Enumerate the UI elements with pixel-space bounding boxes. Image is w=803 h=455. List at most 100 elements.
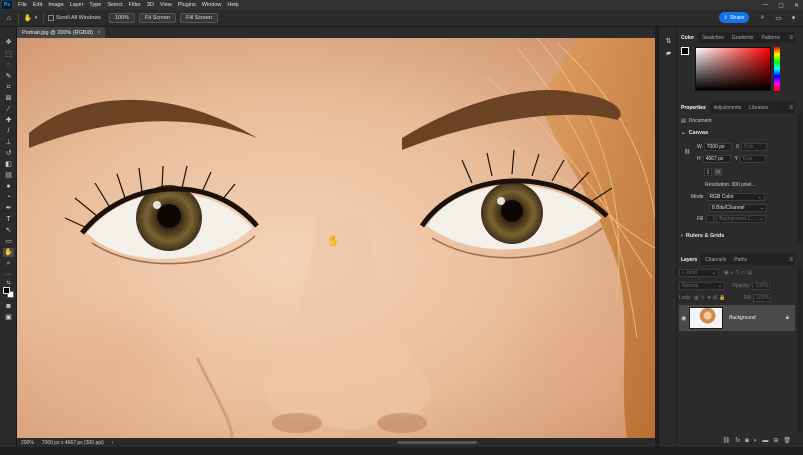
panel-menu-icon[interactable]: ≡: [789, 32, 793, 43]
minimize-button[interactable]: —: [762, 2, 768, 8]
rulers-grids-section-header[interactable]: › Rulers & Grids: [681, 233, 724, 239]
comments-panel-icon[interactable]: ▰: [663, 49, 674, 58]
blur-icon[interactable]: ●: [3, 182, 14, 191]
healing-brush-icon[interactable]: ✚: [3, 116, 14, 125]
maximize-button[interactable]: ▢: [778, 2, 784, 9]
y-field[interactable]: 0 px: [739, 155, 766, 163]
tab-adjustments[interactable]: Adjustments: [710, 102, 746, 113]
foreground-color-chip[interactable]: [681, 47, 689, 55]
hand-icon[interactable]: ✋: [3, 248, 14, 257]
menu-plugins[interactable]: Plugins: [175, 2, 199, 8]
lock-icons[interactable]: ▦✎✥⊠🔒: [694, 295, 728, 301]
screen-mode-icon[interactable]: ▣: [3, 313, 14, 322]
chevron-right-icon[interactable]: ›: [112, 440, 114, 446]
frame-icon[interactable]: ⊠: [3, 94, 14, 103]
trash-icon[interactable]: 🗑︎: [783, 437, 791, 444]
tab-gradients[interactable]: Gradients: [728, 32, 758, 43]
brush-icon[interactable]: /: [3, 127, 14, 136]
eyedropper-icon[interactable]: ⁄: [3, 105, 14, 114]
tab-swatches[interactable]: Swatches: [698, 32, 728, 43]
menu-file[interactable]: File: [15, 2, 30, 8]
adjustment-icon[interactable]: ◐: [754, 438, 758, 444]
close-button[interactable]: ✕: [794, 2, 799, 9]
chevron-down-icon[interactable]: ▾: [33, 13, 39, 23]
menu-select[interactable]: Select: [104, 2, 125, 8]
menu-3d[interactable]: 3D: [144, 2, 157, 8]
fx-icon[interactable]: fx: [735, 438, 740, 444]
share-button[interactable]: ⇪ Share: [719, 12, 749, 23]
dodge-icon[interactable]: ◔: [3, 193, 14, 202]
tab-layers[interactable]: Layers: [677, 254, 702, 265]
hand-icon[interactable]: ✋: [23, 13, 33, 23]
menu-image[interactable]: Image: [45, 2, 66, 8]
panel-menu-icon[interactable]: ≡: [789, 102, 793, 113]
scroll-all-windows-checkbox[interactable]: [48, 15, 54, 21]
link-icon[interactable]: ⛓: [684, 149, 690, 155]
new-layer-icon[interactable]: ⊞: [773, 437, 778, 444]
chevron-down-icon[interactable]: ▾: [789, 13, 798, 22]
fill-select[interactable]: Background C... ⌄: [716, 215, 767, 223]
tab-color[interactable]: Color: [677, 32, 699, 43]
tab-channels[interactable]: Channels: [701, 254, 730, 265]
gradient-icon[interactable]: ▤: [3, 171, 14, 180]
fill-screen-button[interactable]: Fill Screen: [180, 13, 219, 23]
status-zoom[interactable]: 200%: [21, 440, 34, 446]
rectangle-icon[interactable]: ▭: [3, 237, 14, 246]
type-icon[interactable]: T: [3, 215, 14, 224]
tab-paths[interactable]: Paths: [730, 254, 751, 265]
layers-scrollbar[interactable]: [797, 268, 802, 432]
color-picker-field[interactable]: [695, 47, 771, 91]
mask-icon[interactable]: ◙: [745, 438, 749, 444]
home-icon[interactable]: ⌂: [4, 13, 14, 23]
document-tab[interactable]: Portrait.jpg @ 200% (RGB/8) ×: [17, 27, 105, 38]
tab-libraries[interactable]: Libraries: [745, 102, 772, 113]
fill-color-swatch[interactable]: [706, 215, 715, 223]
width-field[interactable]: 7000 px: [703, 143, 732, 151]
crop-icon[interactable]: ⌗: [3, 83, 14, 92]
more-tools-icon[interactable]: ···: [3, 270, 14, 279]
zoom-100-button[interactable]: 100%: [108, 13, 136, 23]
move-icon[interactable]: ✥: [3, 38, 14, 47]
mode-select[interactable]: RGB Color ⌄: [706, 193, 765, 201]
properties-scrollbar[interactable]: [797, 113, 802, 243]
menu-view[interactable]: View: [157, 2, 175, 8]
horizontal-scrollbar[interactable]: [397, 441, 477, 444]
filter-icons[interactable]: ▣◐T▭▤: [724, 270, 754, 276]
layer-fill-field[interactable]: 100%: [753, 294, 772, 302]
x-field[interactable]: 0 px: [741, 143, 768, 151]
layer-name[interactable]: Background: [729, 315, 756, 321]
clone-stamp-icon[interactable]: ⊥: [3, 138, 14, 147]
menu-edit[interactable]: Edit: [30, 2, 45, 8]
link-icon[interactable]: ⛓: [723, 437, 731, 444]
quick-mask-icon[interactable]: ◙: [3, 302, 14, 311]
eye-icon[interactable]: ◉: [681, 315, 686, 322]
fit-screen-button[interactable]: Fit Screen: [139, 13, 177, 23]
workspace-icon[interactable]: ▭: [774, 13, 783, 22]
hue-slider[interactable]: [774, 47, 780, 91]
pen-icon[interactable]: ✒: [3, 204, 14, 213]
menu-type[interactable]: Type: [86, 2, 104, 8]
menu-window[interactable]: Window: [199, 2, 225, 8]
foreground-color-swatch[interactable]: [3, 287, 10, 294]
marquee-icon[interactable]: ⬚: [3, 50, 14, 59]
bit-depth-select[interactable]: 8 Bits/Channel ⌄: [709, 204, 767, 212]
eraser-icon[interactable]: ◧: [3, 160, 14, 169]
zoom-icon[interactable]: ⌕: [3, 259, 14, 268]
tab-properties[interactable]: Properties: [677, 102, 710, 113]
group-icon[interactable]: ▬: [762, 438, 768, 444]
quick-select-icon[interactable]: ✎: [3, 72, 14, 81]
history-panel-icon[interactable]: ⇅: [663, 37, 674, 46]
portrait-orientation-icon[interactable]: ▯: [704, 168, 712, 176]
tab-patterns[interactable]: Patterns: [757, 32, 784, 43]
history-brush-icon[interactable]: ↺: [3, 149, 14, 158]
panel-menu-icon[interactable]: ≡: [789, 254, 793, 265]
blend-mode-select[interactable]: Normal ⌄: [679, 282, 725, 290]
path-select-icon[interactable]: ↖: [3, 226, 14, 235]
canvas-section-header[interactable]: ⌄ Canvas: [681, 130, 708, 136]
menu-layer[interactable]: Layer: [67, 2, 87, 8]
menu-filter[interactable]: Filter: [126, 2, 144, 8]
layer-kind-select[interactable]: ⌕ Kind ⌄: [679, 269, 719, 277]
menu-help[interactable]: Help: [224, 2, 241, 8]
document-canvas[interactable]: ✋: [17, 38, 655, 438]
landscape-orientation-icon[interactable]: ▭: [714, 168, 722, 176]
